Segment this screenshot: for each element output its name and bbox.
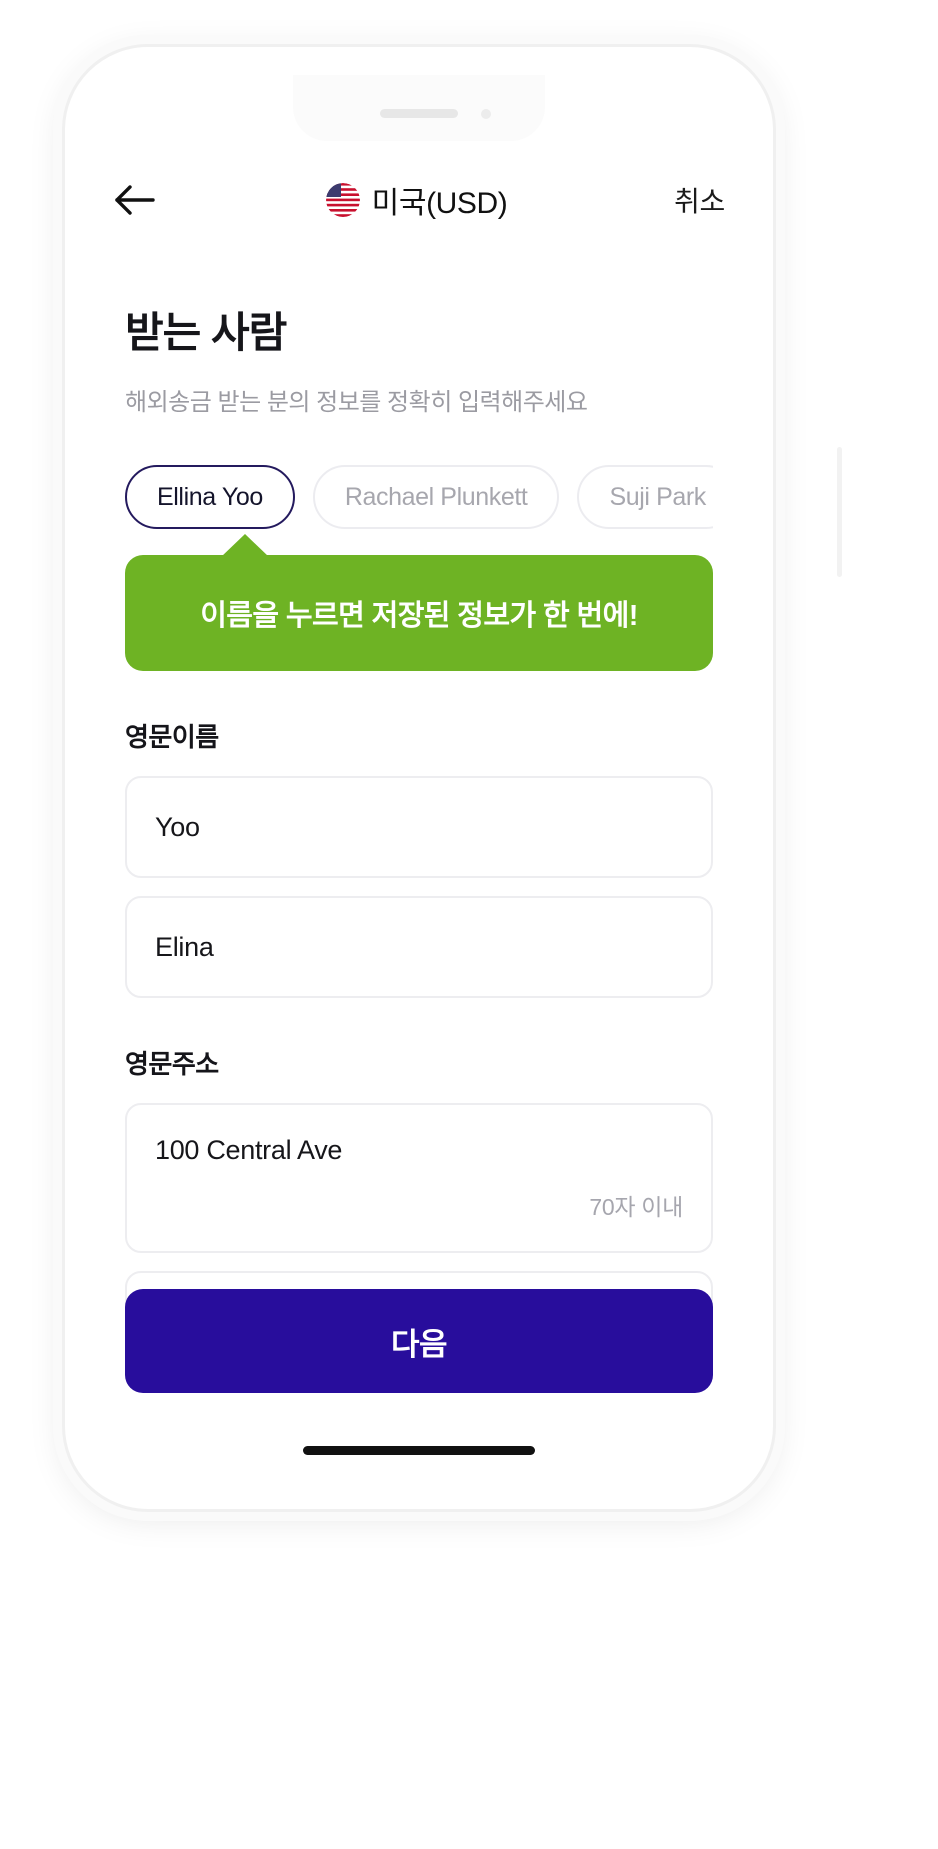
recipient-chip-label: Suji Park bbox=[609, 483, 705, 512]
last-name-input[interactable]: Yoo bbox=[125, 776, 713, 878]
first-name-value: Elina bbox=[155, 932, 683, 963]
address-char-limit-hint: 70자 이내 bbox=[155, 1188, 683, 1222]
recipient-chip-label: Rachael Plunkett bbox=[345, 483, 528, 512]
phone-power-button bbox=[837, 447, 842, 577]
navigation-bar: 미국(USD) 취소 bbox=[79, 165, 759, 235]
screenshot-root: 미국(USD) 취소 받는 사람 해외송금 받는 분의 정보를 정확히 입력해주… bbox=[0, 0, 938, 1849]
earpiece-speaker bbox=[380, 109, 458, 118]
tooltip-bubble[interactable]: 이름을 누르면 저장된 정보가 한 번에! bbox=[125, 555, 713, 671]
last-name-value: Yoo bbox=[155, 812, 683, 843]
page-subtitle: 해외송금 받는 분의 정보를 정확히 입력해주세요 bbox=[125, 382, 713, 417]
address-line1-value: 100 Central Ave bbox=[155, 1135, 683, 1166]
tooltip-text: 이름을 누르면 저장된 정보가 한 번에! bbox=[200, 592, 638, 634]
front-camera-icon bbox=[481, 109, 491, 119]
app-content: 미국(USD) 취소 받는 사람 해외송금 받는 분의 정보를 정확히 입력해주… bbox=[79, 61, 759, 1495]
next-button[interactable]: 다음 bbox=[125, 1289, 713, 1393]
first-name-input[interactable]: Elina bbox=[125, 896, 713, 998]
tooltip-container: 이름을 누르면 저장된 정보가 한 번에! bbox=[125, 555, 713, 671]
recipient-chip-2[interactable]: Suji Park bbox=[577, 465, 713, 529]
back-button[interactable] bbox=[113, 172, 169, 228]
page-title: 받는 사람 bbox=[125, 299, 713, 360]
page-currency-title: 미국(USD) bbox=[169, 178, 664, 222]
cancel-button[interactable]: 취소 bbox=[664, 180, 725, 220]
currency-title-text: 미국(USD) bbox=[372, 178, 508, 222]
recipient-chip-label: Ellina Yoo bbox=[157, 483, 263, 512]
arrow-left-icon bbox=[113, 183, 157, 217]
next-button-label: 다음 bbox=[391, 1319, 447, 1364]
phone-frame: 미국(USD) 취소 받는 사람 해외송금 받는 분의 정보를 정확히 입력해주… bbox=[62, 44, 776, 1512]
recipient-chip-1[interactable]: Rachael Plunkett bbox=[313, 465, 560, 529]
home-indicator bbox=[303, 1446, 535, 1455]
phone-screen: 미국(USD) 취소 받는 사람 해외송금 받는 분의 정보를 정확히 입력해주… bbox=[79, 61, 759, 1495]
section-label-address: 영문주소 bbox=[125, 1044, 713, 1081]
recipient-chip-list[interactable]: Ellina Yoo Rachael Plunkett Suji Park bbox=[125, 465, 713, 529]
tooltip-arrow-icon bbox=[221, 534, 269, 557]
recipient-chip-0[interactable]: Ellina Yoo bbox=[125, 465, 295, 529]
phone-notch bbox=[293, 75, 545, 141]
us-flag-icon bbox=[326, 183, 360, 217]
address-line1-input[interactable]: 100 Central Ave 70자 이내 bbox=[125, 1103, 713, 1253]
section-label-name: 영문이름 bbox=[125, 717, 713, 754]
